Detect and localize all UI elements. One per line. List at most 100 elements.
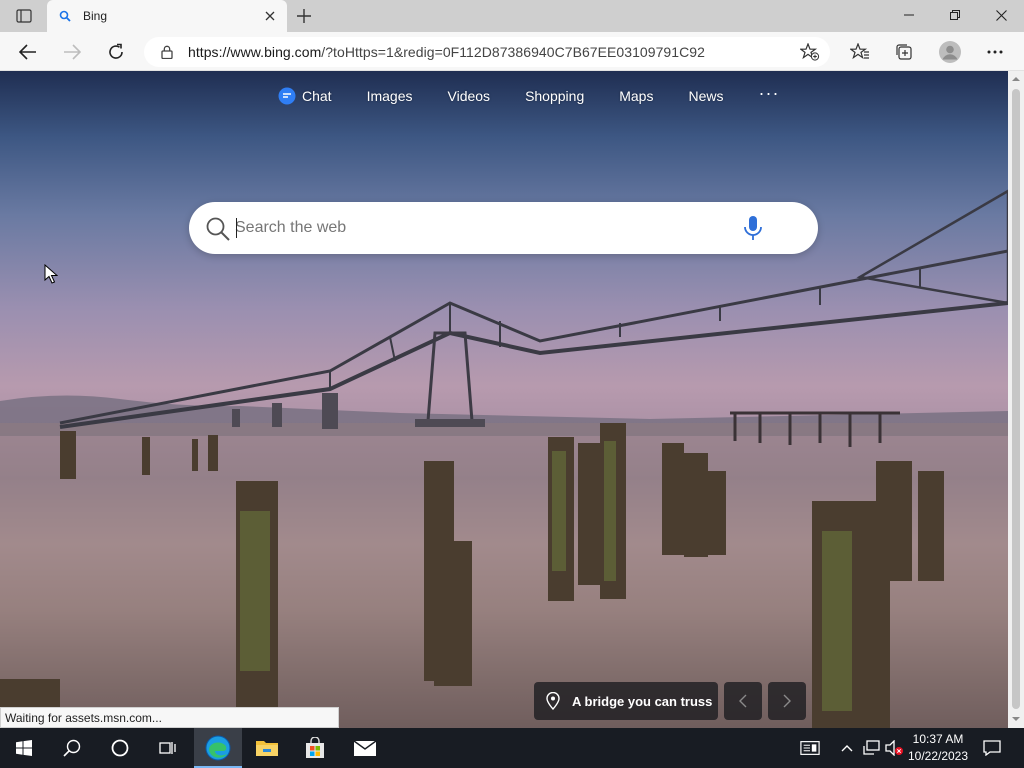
close-icon [995, 9, 1007, 21]
browser-toolbar: https://www.bing.com/?toHttps=1&redig=0F… [0, 32, 1024, 71]
bing-homepage: Chat Images Videos Shopping Maps News ··… [0, 71, 1008, 728]
clock-time: 10:37 AM [912, 732, 964, 746]
news-widget-button[interactable] [800, 738, 820, 758]
search-icon [63, 739, 81, 757]
status-bar: Waiting for assets.msn.com... [0, 707, 339, 728]
url-host: https://www.bing.com [188, 44, 322, 60]
url-text[interactable]: https://www.bing.com/?toHttps=1&redig=0F… [188, 44, 705, 60]
scroll-up-icon[interactable] [1012, 75, 1020, 83]
action-center-button[interactable] [982, 738, 1002, 758]
restore-button[interactable] [932, 0, 978, 30]
notification-icon [983, 740, 1001, 756]
forward-button[interactable] [57, 37, 87, 67]
tab-actions-button[interactable] [8, 4, 40, 28]
new-tab-button[interactable] [292, 4, 316, 28]
network-button[interactable] [861, 738, 881, 758]
cortana-button[interactable] [96, 728, 144, 768]
back-button[interactable] [13, 37, 43, 67]
volume-muted-icon [885, 740, 903, 756]
task-view-button[interactable] [144, 728, 192, 768]
collections-icon [896, 44, 912, 60]
taskbar-search-button[interactable] [48, 728, 96, 768]
bing-top-nav: Chat Images Videos Shopping Maps News ··… [278, 83, 779, 107]
taskbar-edge[interactable] [194, 728, 242, 768]
arrow-left-icon [19, 44, 36, 60]
star-add-icon [800, 43, 820, 61]
windows-logo-icon [16, 740, 32, 756]
scroll-down-icon[interactable] [1012, 715, 1020, 723]
plus-icon [297, 9, 311, 23]
image-caption[interactable]: A bridge you can truss [534, 682, 718, 720]
tab-close-button[interactable] [259, 5, 281, 27]
image-caption-text: A bridge you can truss [572, 693, 713, 709]
scrollbar-thumb[interactable] [1012, 89, 1020, 709]
location-pin-icon [546, 692, 560, 710]
nav-more-button[interactable]: ··· [758, 83, 779, 104]
nav-chat[interactable]: Chat [278, 87, 332, 105]
search-box [189, 202, 818, 254]
close-window-button[interactable] [978, 0, 1024, 30]
address-bar[interactable]: https://www.bing.com/?toHttps=1&redig=0F… [144, 37, 830, 67]
show-hidden-icons-button[interactable] [837, 738, 857, 758]
search-input[interactable] [235, 216, 735, 240]
collections-button[interactable] [889, 37, 919, 67]
store-bag-icon [306, 737, 324, 758]
nav-maps[interactable]: Maps [619, 88, 653, 104]
profile-button[interactable] [935, 37, 965, 67]
volume-button[interactable] [884, 738, 904, 758]
nav-maps-label: Maps [619, 88, 654, 104]
system-clock[interactable]: 10:37 AM 10/22/2023 [906, 731, 970, 765]
browser-window: Bing https://www.bing.com/?toHttps=1&red… [0, 0, 1024, 728]
news-icon [800, 741, 820, 755]
windows-taskbar: 10:37 AM 10/22/2023 [0, 728, 1024, 768]
close-icon [265, 11, 275, 21]
avatar-icon [939, 41, 961, 63]
url-path: /?toHttps=1&redig=0F112D87386940C7B67EE0… [321, 44, 705, 60]
previous-image-button[interactable] [724, 682, 762, 720]
nav-videos-label: Videos [447, 88, 491, 104]
nav-images-label: Images [366, 88, 413, 104]
tab-title: Bing [83, 9, 108, 23]
nav-news[interactable]: News [688, 88, 723, 104]
chevron-right-icon [783, 694, 791, 708]
minimize-icon [904, 14, 914, 16]
network-icon [863, 740, 880, 755]
taskbar-file-explorer[interactable] [243, 728, 291, 768]
taskbar-store[interactable] [291, 728, 339, 768]
refresh-icon [109, 43, 123, 59]
start-button[interactable] [0, 728, 48, 768]
folder-icon [256, 741, 278, 756]
mouse-cursor-icon [44, 264, 58, 284]
more-horizontal-icon [987, 50, 1003, 54]
tab-actions-icon [16, 9, 32, 23]
taskbar-mail[interactable] [341, 728, 389, 768]
tab-bing[interactable]: Bing [47, 0, 287, 32]
task-view-icon [159, 742, 176, 754]
search-favicon-icon [59, 9, 73, 23]
settings-more-button[interactable] [980, 37, 1010, 67]
next-image-button[interactable] [768, 682, 806, 720]
add-favorite-button[interactable] [798, 40, 822, 64]
edge-browser-icon [205, 735, 231, 761]
background-image-bridge [0, 189, 1008, 728]
tab-strip: Bing [0, 0, 1024, 32]
minimize-button[interactable] [886, 0, 932, 30]
page-scrollbar[interactable] [1008, 71, 1024, 728]
chevron-up-icon [841, 745, 853, 752]
nav-videos[interactable]: Videos [448, 88, 491, 104]
nav-shopping[interactable]: Shopping [525, 88, 584, 104]
search-icon [206, 217, 230, 241]
mail-icon [353, 740, 377, 756]
nav-news-label: News [688, 88, 724, 104]
nav-images[interactable]: Images [367, 88, 413, 104]
favorites-icon [850, 43, 869, 60]
microphone-icon[interactable] [741, 215, 765, 241]
lock-icon[interactable] [152, 45, 182, 59]
cortana-circle-icon [111, 739, 129, 757]
chat-icon [278, 87, 296, 105]
favorites-button[interactable] [845, 37, 875, 67]
restore-icon [950, 10, 960, 20]
refresh-button[interactable] [101, 37, 131, 67]
text-caret [236, 218, 237, 238]
clock-date: 10/22/2023 [907, 749, 969, 763]
